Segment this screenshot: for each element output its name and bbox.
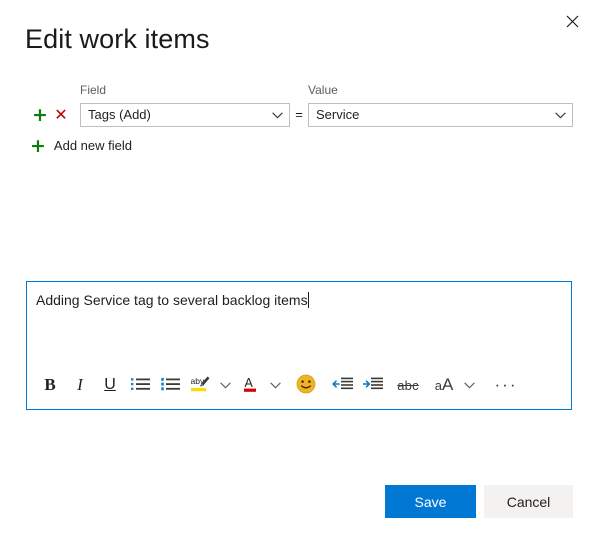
bold-icon: B bbox=[44, 375, 56, 394]
highlight-color-icon: aby bbox=[190, 375, 211, 396]
remove-x-icon: ✕ bbox=[54, 105, 68, 124]
chevron-down-icon bbox=[548, 111, 572, 119]
save-button[interactable]: Save bbox=[385, 485, 476, 518]
numbered-list-button[interactable] bbox=[155, 369, 185, 401]
cancel-button[interactable]: Cancel bbox=[484, 485, 573, 518]
chevron-down-icon bbox=[265, 111, 289, 119]
remove-rule-row-button[interactable]: ✕ bbox=[51, 103, 71, 127]
font-color-button[interactable]: A bbox=[235, 369, 265, 401]
field-dropdown-value: Tags (Add) bbox=[88, 107, 151, 122]
numbered-list-icon bbox=[160, 377, 180, 394]
italic-icon: I bbox=[77, 375, 83, 394]
rule-row: + ✕ Tags (Add) = Service bbox=[25, 103, 573, 129]
add-new-field-row: + Add new field bbox=[25, 135, 573, 157]
increase-indent-button[interactable] bbox=[357, 369, 387, 401]
font-color-chevron-down-icon[interactable] bbox=[265, 369, 285, 401]
svg-text:A: A bbox=[244, 376, 253, 390]
more-options-button[interactable]: ··· bbox=[491, 369, 521, 401]
more-options-icon: ··· bbox=[494, 375, 518, 394]
field-column-label: Field bbox=[80, 83, 107, 97]
font-size-icon: aA bbox=[434, 375, 454, 394]
comment-input[interactable]: Adding Service tag to several backlog it… bbox=[27, 282, 571, 362]
strikethrough-button[interactable]: abc bbox=[393, 369, 423, 401]
text-caret bbox=[307, 292, 309, 308]
value-dropdown-value: Service bbox=[316, 107, 360, 122]
bulleted-list-button[interactable] bbox=[125, 369, 155, 401]
close-dialog-button[interactable] bbox=[556, 6, 588, 36]
font-color-icon: A bbox=[242, 375, 259, 396]
rule-column-headers: Field Value bbox=[25, 82, 573, 98]
add-rule-row-button[interactable]: + bbox=[30, 103, 50, 127]
add-new-field-label: Add new field bbox=[53, 138, 132, 153]
italic-button[interactable]: I bbox=[65, 369, 95, 401]
page-title: Edit work items bbox=[25, 24, 210, 54]
font-size-chevron-down-icon[interactable] bbox=[459, 369, 479, 401]
operator-label: = bbox=[295, 107, 303, 122]
emoji-button[interactable] bbox=[291, 369, 321, 401]
decrease-indent-button[interactable] bbox=[327, 369, 357, 401]
value-column-label: Value bbox=[308, 83, 338, 97]
value-dropdown[interactable]: Service bbox=[308, 103, 573, 127]
bulleted-list-icon bbox=[130, 377, 150, 394]
bold-button[interactable]: B bbox=[35, 369, 65, 401]
add-new-field-button[interactable]: + Add new field bbox=[30, 135, 132, 157]
highlight-color-button[interactable]: aby bbox=[185, 369, 215, 401]
highlight-color-chevron-down-icon[interactable] bbox=[215, 369, 235, 401]
field-dropdown[interactable]: Tags (Add) bbox=[80, 103, 290, 127]
plus-icon: + bbox=[32, 103, 48, 126]
strikethrough-icon: abc bbox=[397, 377, 419, 393]
dialog-footer: Save Cancel bbox=[0, 485, 598, 519]
increase-indent-icon bbox=[362, 377, 383, 394]
comment-editor[interactable]: Adding Service tag to several backlog it… bbox=[26, 281, 572, 410]
underline-button[interactable]: U bbox=[95, 369, 125, 401]
close-icon bbox=[566, 15, 579, 28]
decrease-indent-icon bbox=[331, 377, 353, 394]
font-size-button[interactable]: aA bbox=[429, 369, 459, 401]
underline-icon: U bbox=[104, 376, 116, 393]
plus-icon: + bbox=[30, 134, 46, 157]
formatting-toolbar: B I U aby A abc aA ··· bbox=[27, 361, 571, 409]
rule-editor: Field Value + ✕ Tags (Add) = Service + A… bbox=[25, 82, 573, 157]
emoji-icon bbox=[296, 374, 316, 397]
comment-text: Adding Service tag to several backlog it… bbox=[36, 292, 308, 308]
